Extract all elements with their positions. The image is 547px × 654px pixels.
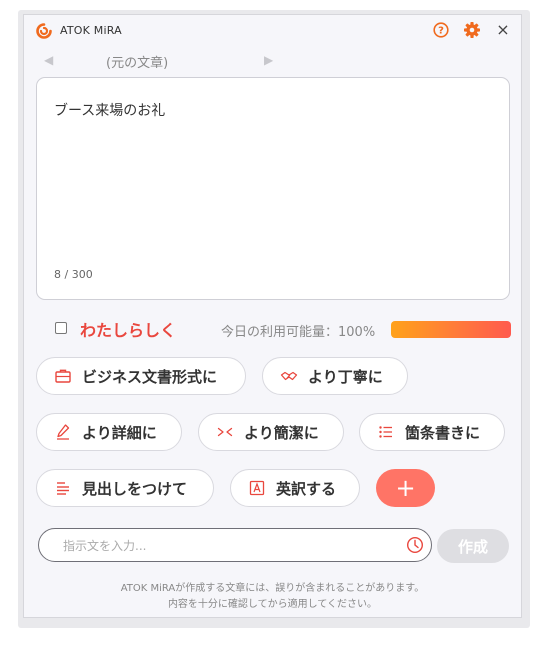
briefcase-icon: [54, 367, 72, 385]
svg-text:?: ?: [438, 26, 444, 37]
next-arrow-icon[interactable]: ▶: [264, 53, 273, 67]
watashi-label[interactable]: わたしらしく: [80, 317, 176, 341]
title-bar: ATOK MiRA ? ×: [24, 15, 521, 49]
list-icon: [377, 423, 395, 441]
more-polite-button[interactable]: より丁寧に: [262, 357, 408, 395]
bullet-points-label: 箇条書きに: [405, 423, 481, 442]
text-editor[interactable]: ブース来場のお礼 8 / 300: [36, 77, 510, 300]
char-count: 8 / 300: [54, 268, 93, 281]
add-headings-button[interactable]: 見出しをつけて: [36, 469, 214, 507]
prompt-input[interactable]: [61, 536, 385, 556]
app-title: ATOK MiRA: [60, 24, 122, 37]
disclaimer-line1: ATOK MiRAが作成する文章には、誤りが含まれることがあります。: [120, 583, 425, 594]
more-concise-label: より簡潔に: [244, 423, 319, 442]
shrink-icon: [216, 423, 234, 441]
editor-text[interactable]: ブース来場のお礼: [54, 100, 165, 120]
business-format-button[interactable]: ビジネス文書形式に: [36, 357, 246, 395]
mira-logo-icon: [36, 23, 52, 39]
usage-text: 今日の利用可能量：100%: [221, 325, 376, 340]
mira-window: ATOK MiRA ? × ◀ (元の文章) ▶ ブース来場のお礼 8 / 30…: [23, 14, 522, 618]
original-text-label: (元の文章): [106, 56, 169, 71]
more-polite-label: より丁寧に: [308, 367, 383, 386]
more-detailed-label: より詳細に: [82, 423, 157, 442]
handshake-icon: [280, 367, 298, 385]
more-concise-button[interactable]: より簡潔に: [198, 413, 344, 451]
bullet-points-button[interactable]: 箇条書きに: [359, 413, 505, 451]
add-action-button[interactable]: +: [376, 469, 435, 507]
prev-arrow-icon[interactable]: ◀: [44, 53, 53, 67]
business-format-label: ビジネス文書形式に: [82, 367, 218, 386]
help-icon[interactable]: ?: [433, 22, 449, 38]
translate-english-button[interactable]: 英訳する: [230, 469, 360, 507]
close-icon[interactable]: ×: [495, 20, 511, 39]
more-detailed-button[interactable]: より詳細に: [36, 413, 182, 451]
prompt-box: [38, 528, 432, 562]
gear-icon[interactable]: [463, 21, 481, 39]
disclaimer-line2: 内容を十分に確認してから適用してください。: [167, 599, 378, 610]
usage-bar: [391, 321, 511, 338]
create-button[interactable]: 作成: [437, 529, 509, 563]
translate-english-label: 英訳する: [276, 479, 337, 498]
heading-icon: [54, 479, 72, 497]
watashi-checkbox[interactable]: [55, 322, 67, 334]
add-headings-label: 見出しをつけて: [82, 479, 188, 498]
translate-icon: [248, 479, 266, 497]
clock-icon[interactable]: [406, 536, 424, 554]
pen-icon: [54, 423, 72, 441]
